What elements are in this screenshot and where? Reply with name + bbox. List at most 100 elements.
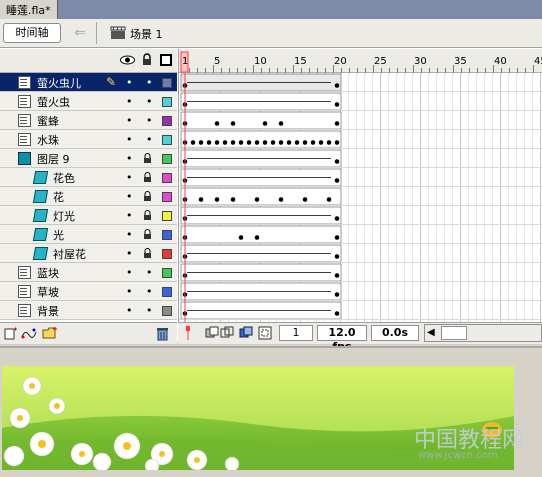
frame-span	[180, 187, 342, 206]
keyframe	[262, 121, 268, 126]
layer-row[interactable]: 图层 9 •	[0, 149, 177, 168]
layer-name: 蓝块	[37, 267, 59, 280]
layer-name: 萤火虫儿	[37, 77, 81, 90]
layer-row[interactable]: 萤火虫 • •	[0, 92, 177, 111]
back-arrow-icon[interactable]: ⇐	[70, 24, 90, 42]
frame-cells	[179, 73, 542, 322]
visibility-toggle[interactable]: •	[126, 304, 133, 317]
layer-name: 背景	[37, 305, 59, 318]
eye-icon[interactable]	[120, 55, 135, 65]
onion-outline-icon[interactable]	[220, 326, 234, 340]
layer-controls	[0, 322, 177, 344]
lock-toggle[interactable]: •	[146, 304, 153, 317]
keyframe	[334, 102, 340, 107]
lock-toggle[interactable]: •	[146, 114, 153, 127]
pencil-icon: ✎	[106, 75, 117, 89]
ruler-label: 10	[254, 56, 267, 67]
layer-row[interactable]: 蜜蜂 • •	[0, 111, 177, 130]
layer-icon	[18, 76, 31, 89]
layer-row[interactable]: 光 •	[0, 225, 177, 244]
edit-multiple-frames-icon[interactable]	[239, 326, 253, 340]
scroll-left-arrow-icon[interactable]: ◀	[427, 327, 435, 338]
outline-color-swatch[interactable]	[162, 306, 172, 316]
scroll-thumb[interactable]	[441, 326, 467, 340]
visibility-toggle[interactable]: •	[126, 95, 133, 108]
insert-folder-icon[interactable]	[42, 326, 58, 340]
layer-name: 衬屋花	[53, 248, 86, 261]
visibility-toggle[interactable]: •	[126, 114, 133, 127]
outline-color-swatch[interactable]	[162, 230, 172, 240]
lock-toggle[interactable]: •	[146, 76, 153, 89]
visibility-toggle[interactable]: •	[126, 152, 133, 165]
keyframe	[230, 140, 236, 145]
frame-ruler[interactable]: 151015202530354045	[178, 49, 542, 73]
outline-color-swatch[interactable]	[162, 192, 172, 202]
insert-layer-icon[interactable]	[4, 327, 18, 340]
visibility-toggle[interactable]: •	[126, 266, 133, 279]
layer-row[interactable]: 萤火虫儿 ✎ • •	[0, 73, 177, 92]
outline-icon[interactable]	[160, 54, 172, 66]
layer-row[interactable]: 草坡 • •	[0, 282, 177, 301]
keyframe	[198, 197, 204, 202]
visibility-toggle[interactable]: •	[126, 247, 133, 260]
layer-row[interactable]: 蓝块 • •	[0, 263, 177, 282]
layer-row[interactable]: 花色 •	[0, 168, 177, 187]
lock-toggle[interactable]: •	[146, 266, 153, 279]
keyframe	[334, 292, 340, 297]
lock-icon[interactable]	[143, 153, 152, 163]
layer-row[interactable]: 背景 • •	[0, 301, 177, 320]
layer-name: 草坡	[37, 286, 59, 299]
ruler-label: 35	[454, 56, 467, 67]
horizontal-scrollbar[interactable]: ◀	[424, 324, 542, 342]
keyframe	[190, 140, 196, 145]
scene-label[interactable]: 场景 1	[130, 26, 163, 42]
layer-row[interactable]: 花 •	[0, 187, 177, 206]
outline-color-swatch[interactable]	[162, 135, 172, 145]
outline-color-swatch[interactable]	[162, 173, 172, 183]
add-guide-layer-icon[interactable]	[20, 327, 38, 340]
visibility-toggle[interactable]: •	[126, 209, 133, 222]
lock-icon[interactable]	[143, 248, 152, 258]
frame-rate-field[interactable]: 12.0 fps	[317, 325, 367, 353]
timeline-toggle-button[interactable]: 时间轴	[3, 23, 61, 43]
outline-color-swatch[interactable]	[162, 287, 172, 297]
keyframe	[334, 254, 340, 259]
outline-color-swatch[interactable]	[162, 154, 172, 164]
lock-icon[interactable]	[143, 172, 152, 182]
lock-icon[interactable]	[143, 229, 152, 239]
visibility-toggle[interactable]: •	[126, 76, 133, 89]
lock-toggle[interactable]: •	[146, 133, 153, 146]
lock-icon[interactable]	[142, 53, 152, 66]
keyframe	[254, 197, 260, 202]
outline-color-swatch[interactable]	[162, 97, 172, 107]
visibility-toggle[interactable]: •	[126, 171, 133, 184]
layer-row[interactable]: 水珠 • •	[0, 130, 177, 149]
keyframe	[206, 140, 212, 145]
ruler-label: 20	[334, 56, 347, 67]
keyframe	[318, 140, 324, 145]
outline-color-swatch[interactable]	[162, 211, 172, 221]
modify-onion-markers-icon[interactable]	[258, 326, 272, 340]
lock-toggle[interactable]: •	[146, 285, 153, 298]
lock-icon[interactable]	[143, 210, 152, 220]
layer-row[interactable]: 灯光 •	[0, 206, 177, 225]
outline-color-swatch[interactable]	[162, 268, 172, 278]
outline-color-swatch[interactable]	[162, 249, 172, 259]
lock-toggle[interactable]: •	[146, 95, 153, 108]
onion-skin-icon[interactable]	[205, 326, 219, 340]
visibility-toggle[interactable]: •	[126, 285, 133, 298]
keyframe	[278, 140, 284, 145]
frame-grid[interactable]	[178, 73, 542, 322]
layer-icon	[18, 304, 31, 317]
visibility-toggle[interactable]: •	[126, 190, 133, 203]
current-frame-field: 1	[279, 325, 313, 341]
document-tab[interactable]: 睡莲.fla*	[0, 0, 58, 19]
outline-color-swatch[interactable]	[162, 78, 172, 88]
trash-icon[interactable]	[156, 326, 169, 341]
visibility-toggle[interactable]: •	[126, 133, 133, 146]
visibility-toggle[interactable]: •	[126, 228, 133, 241]
layer-row[interactable]: 衬屋花 •	[0, 244, 177, 263]
center-frame-icon[interactable]	[184, 325, 192, 341]
outline-color-swatch[interactable]	[162, 116, 172, 126]
lock-icon[interactable]	[143, 191, 152, 201]
